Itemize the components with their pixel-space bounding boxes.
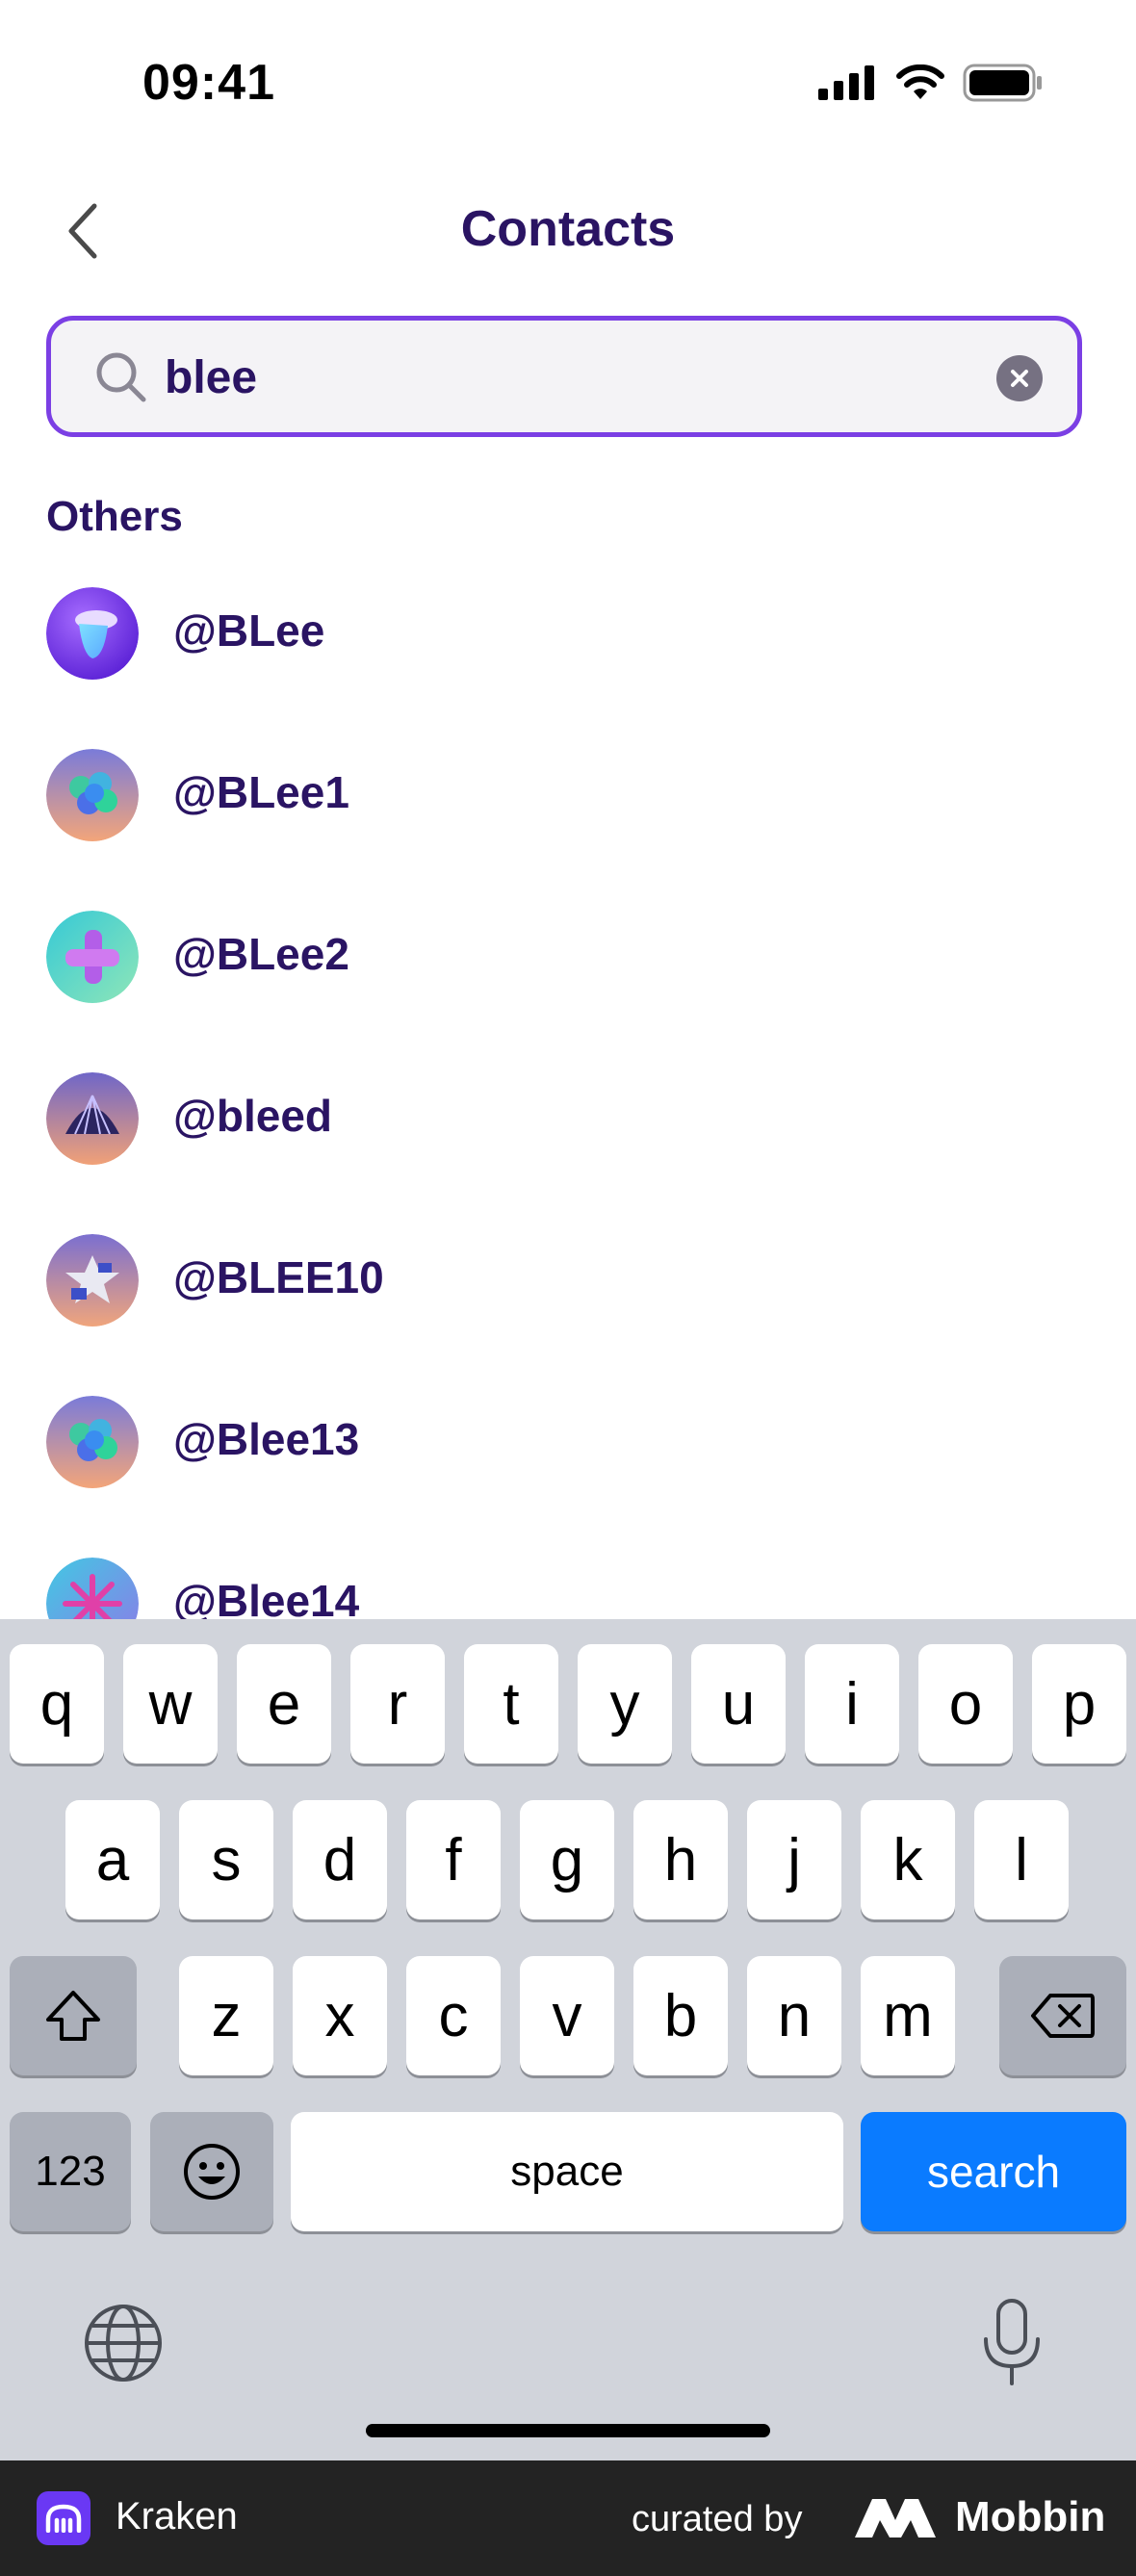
cellular-signal-icon <box>818 65 874 100</box>
key-w[interactable]: w <box>123 1644 218 1764</box>
key-x[interactable]: x <box>293 1956 387 2075</box>
key-b[interactable]: b <box>633 1956 728 2075</box>
numbers-key[interactable]: 123 <box>10 2112 131 2231</box>
key-u[interactable]: u <box>691 1644 786 1764</box>
globe-button[interactable] <box>83 2303 164 2383</box>
footer-bar: Kraken curated by Mobbin <box>0 2460 1136 2576</box>
contact-handle: @Blee13 <box>173 1414 360 1464</box>
contact-row[interactable]: @Blee13 <box>0 1386 1136 1548</box>
mobbin-logo-icon <box>855 2499 936 2537</box>
contact-handle: @BLee1 <box>173 767 349 817</box>
contact-row[interactable]: @BLee1 <box>0 739 1136 901</box>
key-n[interactable]: n <box>747 1956 841 2075</box>
search-field[interactable] <box>46 316 1082 437</box>
contact-handle: @Blee14 <box>173 1576 360 1619</box>
space-key[interactable]: space <box>291 2112 843 2231</box>
avatar <box>46 1396 139 1488</box>
globe-icon <box>85 2305 162 2382</box>
contact-handle: @BLee <box>173 605 325 656</box>
key-j[interactable]: j <box>747 1800 841 1919</box>
contact-row[interactable]: @bleed <box>0 1063 1136 1224</box>
avatar <box>46 587 139 680</box>
key-g[interactable]: g <box>520 1800 614 1919</box>
avatar <box>46 1558 139 1619</box>
key-m[interactable]: m <box>861 1956 955 2075</box>
key-r[interactable]: r <box>350 1644 445 1764</box>
status-time: 09:41 <box>142 55 275 111</box>
backspace-icon <box>1031 1994 1095 2038</box>
contact-handle: @BLEE10 <box>173 1252 384 1302</box>
key-i[interactable]: i <box>805 1644 899 1764</box>
key-q[interactable]: q <box>10 1644 104 1764</box>
microphone-icon <box>984 2299 1040 2385</box>
contact-row[interactable]: @BLee2 <box>0 901 1136 1063</box>
key-z[interactable]: z <box>179 1956 273 2075</box>
contact-list: @BLee @BLee1 @BLee2 @bleed @BLEE10 @Blee… <box>0 578 1136 1619</box>
clear-search-button[interactable] <box>996 355 1043 401</box>
shift-icon <box>46 1991 100 2041</box>
keyboard: q w e r t y u i o p a s d f g h j k l z … <box>0 1619 1136 2460</box>
key-k[interactable]: k <box>861 1800 955 1919</box>
key-p[interactable]: p <box>1032 1644 1126 1764</box>
backspace-key[interactable] <box>999 1956 1126 2075</box>
avatar <box>46 749 139 841</box>
search-icon <box>96 352 146 402</box>
key-d[interactable]: d <box>293 1800 387 1919</box>
avatar <box>46 1234 139 1327</box>
emoji-icon <box>184 2144 240 2200</box>
key-y[interactable]: y <box>578 1644 672 1764</box>
close-icon <box>1011 370 1028 387</box>
status-icons <box>818 64 1044 102</box>
emoji-key[interactable] <box>150 2112 273 2231</box>
footer-curated-by: curated by <box>632 2499 803 2539</box>
key-s[interactable]: s <box>179 1800 273 1919</box>
wifi-icon <box>896 64 944 99</box>
footer-app-name: Kraken <box>116 2495 238 2537</box>
shift-key[interactable] <box>10 1956 137 2075</box>
key-f[interactable]: f <box>406 1800 501 1919</box>
avatar <box>46 911 139 1003</box>
key-t[interactable]: t <box>464 1644 558 1764</box>
battery-icon <box>963 64 1042 102</box>
key-o[interactable]: o <box>918 1644 1013 1764</box>
contact-row[interactable]: @BLee <box>0 578 1136 739</box>
key-a[interactable]: a <box>65 1800 160 1919</box>
kraken-logo-icon <box>37 2491 90 2545</box>
avatar <box>46 1072 139 1165</box>
key-h[interactable]: h <box>633 1800 728 1919</box>
search-key[interactable]: search <box>861 2112 1126 2231</box>
section-title-others: Others <box>46 493 183 540</box>
dictation-button[interactable] <box>978 2297 1046 2389</box>
back-button[interactable] <box>56 200 110 262</box>
home-indicator <box>366 2424 770 2437</box>
contact-row[interactable]: @BLEE10 <box>0 1224 1136 1386</box>
contact-handle: @BLee2 <box>173 929 349 979</box>
contact-handle: @bleed <box>173 1091 332 1141</box>
key-c[interactable]: c <box>406 1956 501 2075</box>
chevron-left-icon <box>68 203 97 259</box>
status-bar: 09:41 <box>0 0 1136 169</box>
footer-brand: Mobbin <box>955 2493 1106 2540</box>
contact-row[interactable]: @Blee14 <box>0 1548 1136 1619</box>
page-title: Contacts <box>460 201 676 257</box>
search-input[interactable] <box>163 340 975 415</box>
key-v[interactable]: v <box>520 1956 614 2075</box>
key-e[interactable]: e <box>237 1644 331 1764</box>
key-l[interactable]: l <box>974 1800 1069 1919</box>
